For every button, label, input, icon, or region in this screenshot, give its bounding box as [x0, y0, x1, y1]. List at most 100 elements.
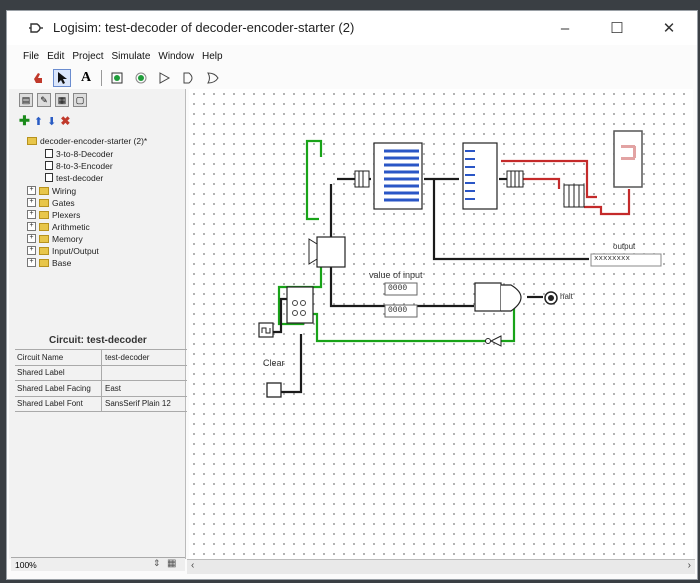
zoom-control[interactable]: 100% ⇕ ▦ — [11, 557, 185, 571]
move-up-icon[interactable]: ⬆ — [34, 115, 43, 128]
expand-icon[interactable]: + — [27, 222, 36, 231]
register-top-value: 0000 — [388, 284, 408, 293]
encoder-component[interactable] — [462, 142, 498, 210]
logisim-window: Logisim: test-decoder of decoder-encoder… — [6, 10, 698, 580]
grid-toggle-icon[interactable]: ▦ — [167, 558, 176, 569]
tree-root-label: decoder-encoder-starter (2)* — [40, 135, 148, 146]
left-panel: ▤ ✎ ▦ ▢ ✚ ⬆ ⬇ ✖ decoder-encoder-starter … — [9, 89, 187, 559]
expand-icon[interactable]: + — [27, 246, 36, 255]
attribute-value[interactable]: East — [102, 384, 121, 393]
menu-simulate[interactable]: Simulate — [111, 51, 150, 62]
arrow-pointer-icon — [58, 72, 67, 84]
output-label: output — [613, 242, 636, 251]
output-pin-button[interactable] — [132, 69, 150, 87]
tree-circuit-test-decoder[interactable]: test-decoder — [45, 172, 103, 183]
splitter-display[interactable] — [563, 184, 585, 208]
tree-lib-plexers[interactable]: + Plexers — [27, 209, 80, 220]
tree-lib-arithmetic[interactable]: + Arithmetic — [27, 221, 90, 232]
tree-root[interactable]: decoder-encoder-starter (2)* — [27, 135, 147, 146]
halt-output-pin[interactable] — [544, 291, 558, 305]
value-of-input-label: value of input — [369, 270, 423, 280]
text-tool-button[interactable]: A — [77, 69, 95, 87]
and-gate-component[interactable] — [474, 282, 522, 312]
register-component[interactable] — [308, 236, 346, 268]
register-bottom-value: 0000 — [388, 306, 408, 315]
maximize-button[interactable]: ☐ — [599, 15, 635, 41]
tree-lib-gates[interactable]: + Gates — [27, 197, 75, 208]
wire-reset-loop[interactable] — [309, 312, 487, 343]
or-gate-button[interactable] — [204, 69, 222, 87]
input-pin-button[interactable] — [108, 69, 126, 87]
circuit-canvas[interactable]: value of input 0000 0000 output xxxxxxxx… — [189, 89, 693, 559]
tree-lib-base[interactable]: + Base — [27, 257, 71, 268]
tree-circuit-3-to-8-decoder[interactable]: 3-to-8-Decoder — [45, 148, 113, 159]
project-toolbar: ✚ ⬆ ⬇ ✖ — [19, 113, 70, 129]
horizontal-scrollbar[interactable]: ‹ › — [187, 559, 695, 574]
circuit-diagram[interactable] — [189, 89, 693, 559]
not-gate-button[interactable] — [156, 69, 174, 87]
splitter-right[interactable] — [506, 170, 524, 188]
expand-icon[interactable]: + — [27, 198, 36, 207]
menu-bar: File Edit Project Simulate Window Help — [7, 47, 697, 65]
and-gate-button[interactable] — [180, 69, 198, 87]
expand-icon[interactable]: + — [27, 258, 36, 267]
wire-green-feedback[interactable] — [305, 139, 323, 221]
move-down-icon[interactable]: ⬇ — [47, 115, 56, 128]
seven-segment-display[interactable] — [613, 130, 643, 188]
tree-lib-memory[interactable]: + Memory — [27, 233, 83, 244]
menu-project[interactable]: Project — [72, 51, 103, 62]
menu-help[interactable]: Help — [202, 51, 223, 62]
tree-item-label: Arithmetic — [52, 221, 90, 232]
appearance-view-button[interactable]: ▢ — [73, 93, 87, 107]
halt-label: halt — [560, 292, 573, 301]
simulation-view-button[interactable]: ✎ — [37, 93, 51, 107]
tree-circuit-8-to-3-encoder[interactable]: 8-to-3-Encoder — [45, 160, 113, 171]
close-icon: ✕ — [662, 20, 676, 37]
tree-item-label: Plexers — [52, 209, 81, 220]
attribute-value[interactable]: SansSerif Plain 12 — [102, 399, 171, 408]
zoom-spinner-icon[interactable]: ⇕ — [153, 558, 161, 569]
decoder-component[interactable] — [373, 142, 423, 210]
scroll-right-icon[interactable]: › — [688, 560, 691, 571]
tree-item-label: 3-to-8-Decoder — [56, 148, 114, 159]
expand-icon[interactable]: + — [27, 186, 36, 195]
tree-lib-input-output[interactable]: + Input/Output — [27, 245, 99, 256]
layout-view-button[interactable]: ▦ — [55, 93, 69, 107]
wire-error-bottom[interactable] — [584, 189, 631, 216]
attribute-row[interactable]: Shared Label Facing East — [15, 381, 187, 397]
menu-edit[interactable]: Edit — [47, 51, 64, 62]
clock-component[interactable] — [258, 322, 274, 338]
attribute-value[interactable]: test-decoder — [102, 353, 149, 362]
toolbox-view-button[interactable]: ▤ — [19, 93, 33, 107]
not-gate-component[interactable] — [485, 335, 502, 347]
menu-window[interactable]: Window — [158, 51, 194, 62]
expand-icon[interactable]: + — [27, 234, 36, 243]
simulation-view-icon: ✎ — [40, 94, 48, 105]
wire-error-mid[interactable] — [523, 177, 561, 189]
close-button[interactable]: ✕ — [651, 15, 687, 41]
view-toolbar: ▤ ✎ ▦ ▢ — [19, 93, 87, 107]
attribute-row[interactable]: Shared Label Font SansSerif Plain 12 — [15, 396, 187, 412]
scroll-left-icon[interactable]: ‹ — [191, 560, 194, 571]
counter-component[interactable] — [286, 286, 314, 324]
splitter-left[interactable] — [354, 170, 370, 188]
poke-tool-button[interactable] — [29, 69, 47, 87]
attribute-key: Shared Label Font — [15, 396, 102, 411]
appearance-view-icon: ▢ — [75, 94, 85, 105]
tree-lib-wiring[interactable]: + Wiring — [27, 185, 76, 196]
select-tool-button[interactable] — [53, 69, 71, 87]
clear-button-component[interactable] — [266, 382, 282, 398]
add-circuit-icon[interactable]: ✚ — [19, 113, 30, 129]
attributes-title: Circuit: test-decoder — [49, 335, 147, 346]
attribute-row[interactable]: Shared Label — [15, 365, 187, 381]
delete-circuit-icon[interactable]: ✖ — [60, 114, 70, 128]
or-gate-icon — [207, 72, 219, 84]
folder-icon — [39, 234, 49, 243]
expand-icon[interactable]: + — [27, 210, 36, 219]
attribute-row[interactable]: Circuit Name test-decoder — [15, 350, 187, 366]
folder-icon — [39, 246, 49, 255]
tree-item-label: Input/Output — [52, 245, 99, 256]
minimize-button[interactable]: – — [547, 15, 583, 41]
menu-file[interactable]: File — [23, 51, 39, 62]
and-gate-icon — [183, 72, 193, 84]
